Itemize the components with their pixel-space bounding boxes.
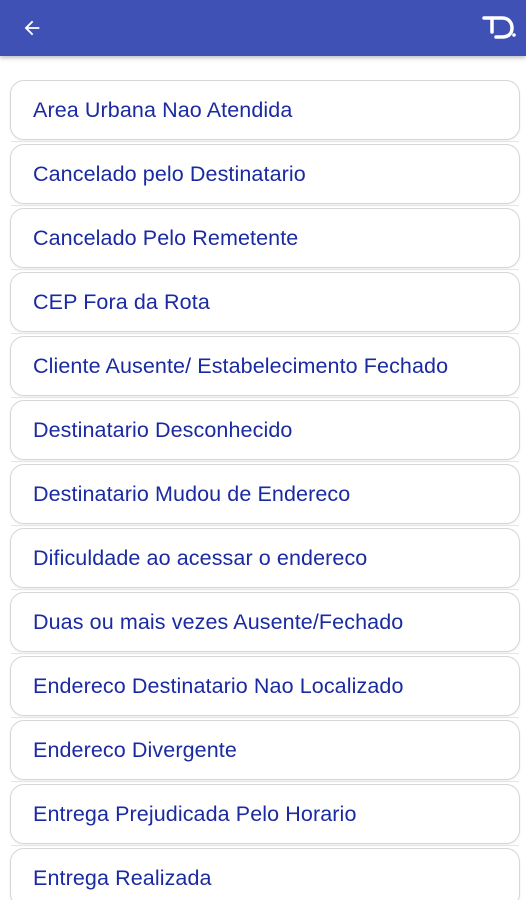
list-item-label: Entrega Prejudicada Pelo Horario xyxy=(33,801,357,826)
list-item-label: Duas ou mais vezes Ausente/Fechado xyxy=(33,609,404,634)
list-item-label: Destinatario Mudou de Endereco xyxy=(33,481,351,506)
list-item-label: Endereco Destinatario Nao Localizado xyxy=(33,673,404,698)
back-button[interactable] xyxy=(14,12,50,44)
list-item-label: Endereco Divergente xyxy=(33,737,237,762)
list-item[interactable]: Destinatario Desconhecido xyxy=(10,400,520,462)
list-item[interactable]: Cancelado pelo Destinatario xyxy=(10,144,520,206)
list-item-label: Cancelado Pelo Remetente xyxy=(33,225,299,250)
app-bar xyxy=(0,0,526,56)
list-item-label: Entrega Realizada xyxy=(33,865,212,890)
list-item[interactable]: Destinatario Mudou de Endereco xyxy=(10,464,520,526)
list-item[interactable]: Endereco Divergente xyxy=(10,720,520,782)
list-item[interactable]: Entrega Realizada xyxy=(10,848,520,900)
list-item-label: Destinatario Desconhecido xyxy=(33,417,293,442)
list-item[interactable]: Dificuldade ao acessar o endereco xyxy=(10,528,520,590)
list-item[interactable]: Cancelado Pelo Remetente xyxy=(10,208,520,270)
app-logo-icon xyxy=(482,16,516,39)
list-item-label: Area Urbana Nao Atendida xyxy=(33,97,293,122)
arrow-left-icon xyxy=(24,20,40,36)
list-item-label: CEP Fora da Rota xyxy=(33,289,210,314)
reason-list: Area Urbana Nao Atendida Cancelado pelo … xyxy=(0,56,526,900)
list-item[interactable]: Cliente Ausente/ Estabelecimento Fechado xyxy=(10,336,520,398)
list-item-label: Cancelado pelo Destinatario xyxy=(33,161,306,186)
list-item[interactable]: Area Urbana Nao Atendida xyxy=(10,80,520,142)
list-item[interactable]: Entrega Prejudicada Pelo Horario xyxy=(10,784,520,846)
list-item[interactable]: Endereco Destinatario Nao Localizado xyxy=(10,656,520,718)
list-item-label: Cliente Ausente/ Estabelecimento Fechado xyxy=(33,353,449,378)
list-item-label: Dificuldade ao acessar o endereco xyxy=(33,545,368,570)
list-item[interactable]: CEP Fora da Rota xyxy=(10,272,520,334)
list-item[interactable]: Duas ou mais vezes Ausente/Fechado xyxy=(10,592,520,654)
